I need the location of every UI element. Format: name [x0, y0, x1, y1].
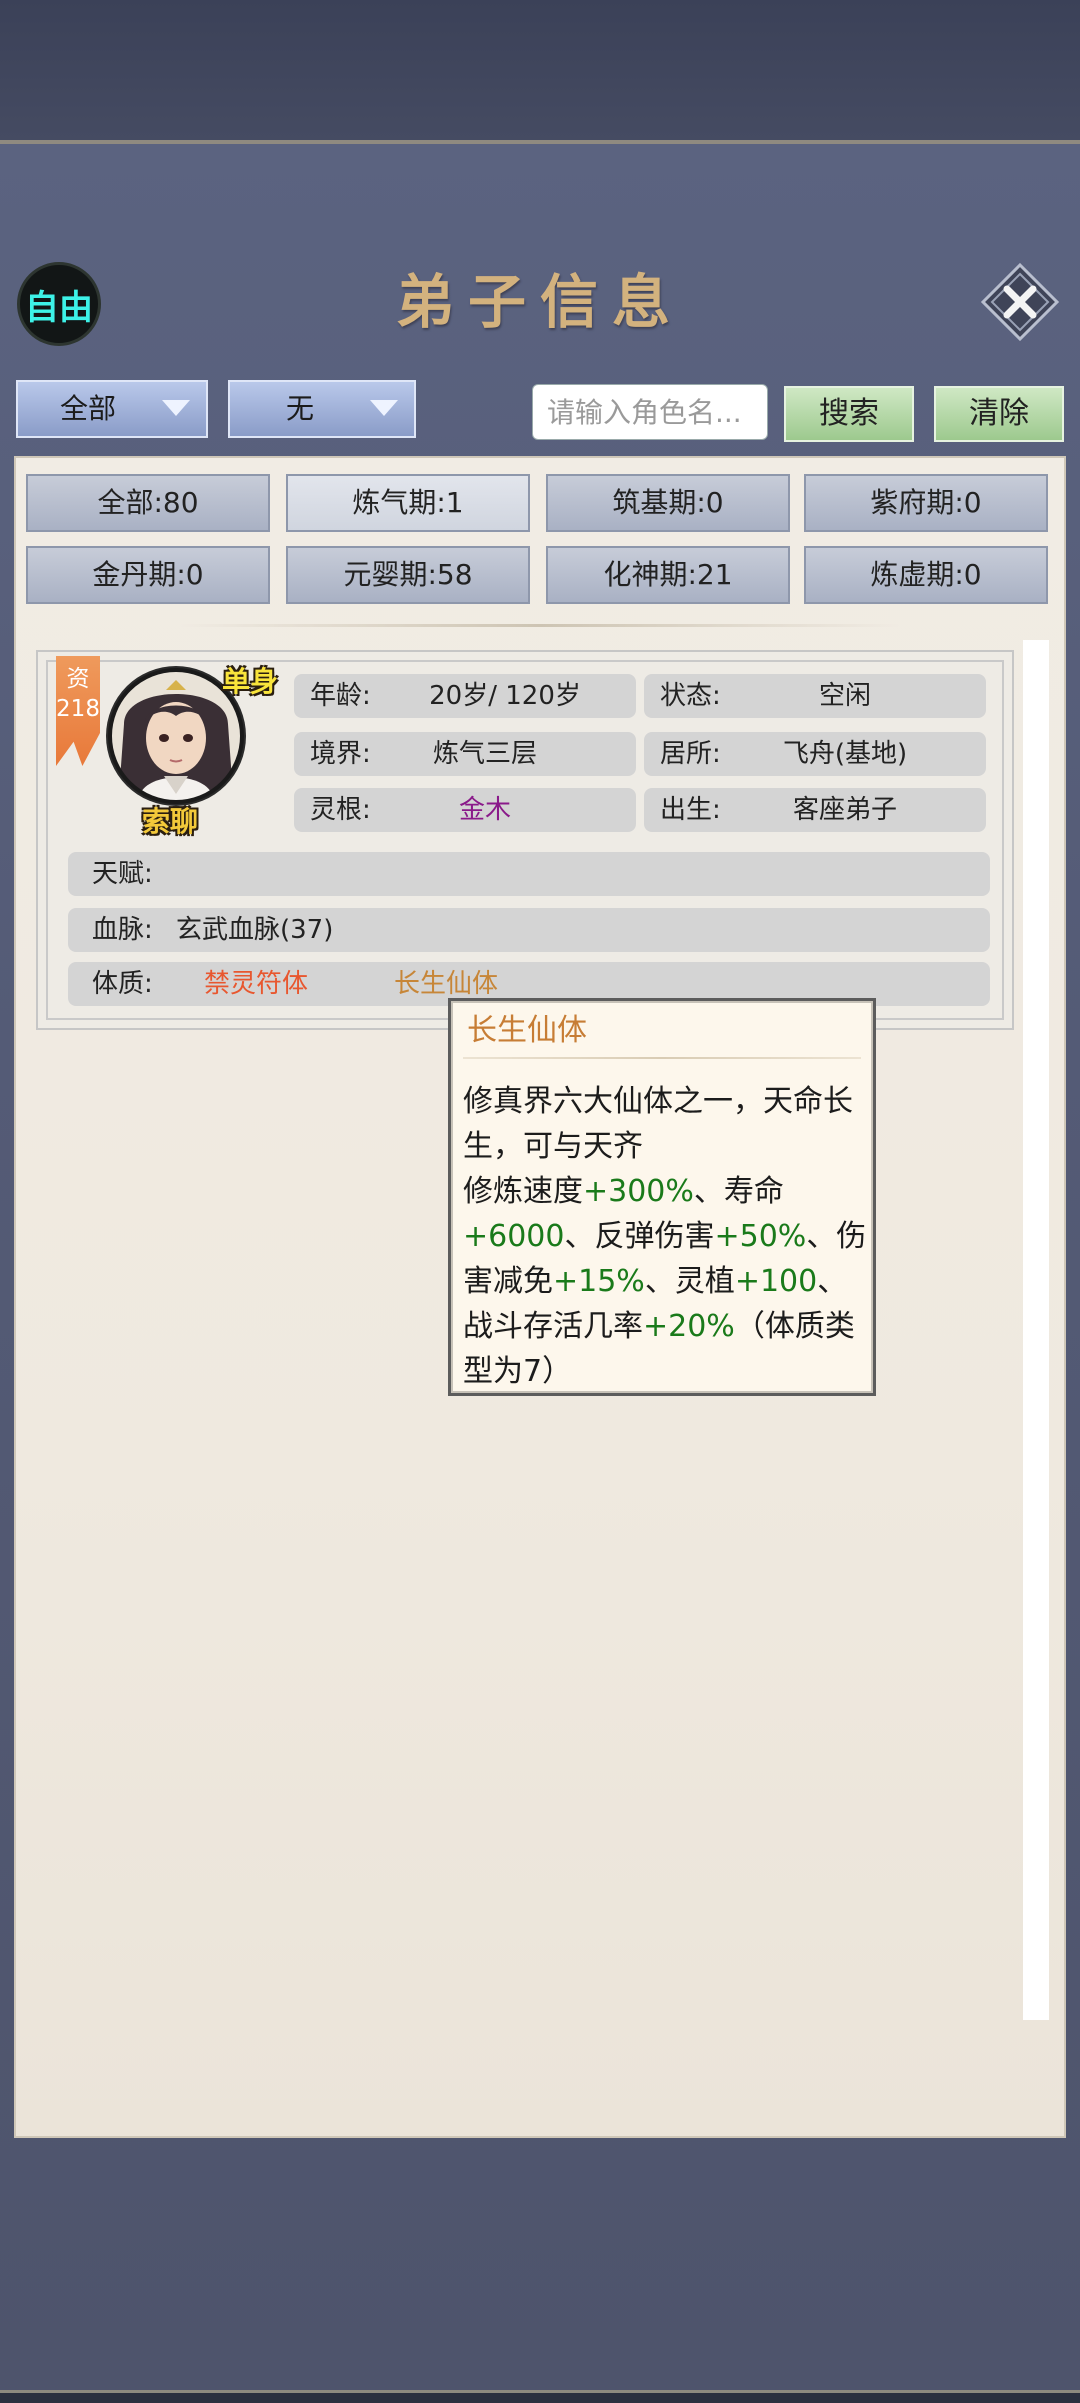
scrollbar[interactable]: [1023, 640, 1049, 2020]
marital-status-tag: 单身: [222, 665, 279, 698]
page-title: 弟子信息: [395, 268, 684, 336]
chevron-down-icon: [162, 400, 190, 416]
residence-value: 飞舟(基地): [782, 739, 908, 769]
tooltip-bonus: +20%: [643, 1309, 735, 1344]
realm-filter-qi-refining[interactable]: 炼气期:1: [286, 474, 530, 532]
chevron-down-icon: [370, 400, 398, 416]
realm-filter-nascent-soul[interactable]: 元婴期:58: [286, 546, 530, 604]
tooltip-description: 修真界六大仙体之一，天命长生，可与天齐修炼速度+300%、寿命 +6000、反弹伤…: [463, 1079, 867, 1394]
bottom-bar: [0, 2390, 1080, 2403]
tooltip-bonus: +15%: [553, 1264, 645, 1299]
talent-label: 天赋:: [92, 859, 153, 889]
age-label: 年龄:: [310, 681, 371, 711]
tooltip-bonus: +50%: [714, 1219, 807, 1254]
physique-label: 体质:: [92, 969, 153, 999]
tooltip-text: 、反弹伤害: [564, 1219, 715, 1254]
secondary-dropdown[interactable]: 无: [228, 380, 416, 438]
clear-button[interactable]: 清除: [934, 386, 1064, 442]
realm-filter-void-refining[interactable]: 炼虚期:0: [804, 546, 1048, 604]
tooltip-text: 修炼速度: [463, 1174, 583, 1209]
tooltip-title: 长生仙体: [467, 1013, 587, 1048]
divider: [180, 624, 900, 627]
physique-tag[interactable]: 禁灵符体: [204, 962, 308, 1006]
category-dropdown-label: 全部: [59, 392, 116, 425]
realm-filter-golden-core[interactable]: 金丹期:0: [26, 546, 270, 604]
age-value: 20岁/ 120岁: [429, 681, 581, 711]
tooltip-bonus: +300%: [583, 1174, 694, 1209]
realm-filter-spirit-severing[interactable]: 化神期:21: [546, 546, 790, 604]
aptitude-label: 资: [66, 666, 90, 692]
close-x-icon: [980, 262, 1060, 342]
birth-value: 客座弟子: [792, 795, 897, 825]
tooltip-text: 、灵植: [644, 1264, 735, 1299]
tooltip-bonus: +100: [734, 1264, 818, 1299]
realm-filter-purple-mansion[interactable]: 紫府期:0: [804, 474, 1048, 532]
physique-tooltip: 长生仙体 修真界六大仙体之一，天命长生，可与天齐修炼速度+300%、寿命 +600…: [448, 998, 876, 1396]
realm-filter-foundation[interactable]: 筑基期:0: [546, 474, 790, 532]
talent-field: 天赋:: [68, 852, 990, 896]
search-button[interactable]: 搜索: [784, 386, 914, 442]
spirit-root-value: 金木: [458, 795, 511, 825]
tooltip-bonus: +6000: [463, 1219, 565, 1254]
bloodline-label: 血脉:: [92, 915, 153, 945]
bloodline-value: 玄武血脉(37): [176, 915, 334, 945]
age-field: 年龄: 20岁/ 120岁: [294, 674, 636, 718]
birth-field: 出生: 客座弟子: [644, 788, 986, 832]
tooltip-text: 修真界六大仙体之一，天命长生，可与天齐: [463, 1084, 853, 1164]
free-mode-badge[interactable]: 自由: [17, 262, 101, 346]
bloodline-field: 血脉: 玄武血脉(37): [68, 908, 990, 952]
realm-filter-all[interactable]: 全部:80: [26, 474, 270, 532]
status-field: 状态: 空闲: [644, 674, 986, 718]
search-input[interactable]: [532, 384, 768, 440]
top-bar: [0, 0, 1080, 144]
aptitude-value: 218: [56, 696, 100, 722]
disciple-name: 索聊: [141, 805, 198, 838]
secondary-dropdown-label: 无: [285, 392, 314, 425]
realm-field: 境界: 炼气三层: [294, 732, 636, 776]
tooltip-text: 、寿命: [693, 1174, 784, 1209]
spirit-root-field: 灵根: 金木: [294, 788, 636, 832]
close-button[interactable]: [980, 262, 1060, 342]
category-dropdown[interactable]: 全部: [16, 380, 208, 438]
tooltip-divider: [463, 1057, 861, 1059]
residence-field: 居所: 飞舟(基地): [644, 732, 986, 776]
status-value: 空闲: [818, 681, 871, 711]
realm-value: 炼气三层: [432, 739, 537, 769]
